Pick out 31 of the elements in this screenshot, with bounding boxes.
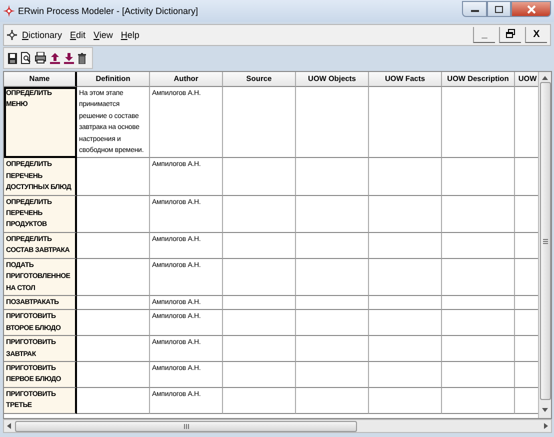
vertical-scrollbar[interactable] [538, 72, 551, 418]
scroll-right-icon[interactable] [544, 423, 548, 429]
scroll-up-icon[interactable] [542, 76, 548, 80]
scroll-left-icon[interactable] [7, 423, 11, 429]
menu-item[interactable]: View [90, 29, 116, 41]
maximize-button[interactable] [487, 1, 511, 17]
grip-lines-icon [542, 238, 548, 244]
trash-icon[interactable] [78, 52, 86, 64]
horizontal-scroll-thumb[interactable] [15, 420, 357, 432]
print-icon[interactable] [35, 52, 46, 64]
mdi-restore-button[interactable] [499, 27, 521, 43]
mdi-close-button[interactable]: X [525, 27, 547, 43]
grip-icon [7, 30, 17, 40]
menu-item[interactable]: Dictionary [19, 29, 66, 41]
horizontal-scrollbar[interactable] [3, 419, 552, 433]
app-logo-icon [3, 5, 15, 17]
grip-lines-icon [184, 424, 188, 428]
close-button[interactable] [511, 1, 551, 17]
mdi-minimize-button[interactable]: _ [473, 27, 495, 43]
download-arrow-icon[interactable] [64, 52, 74, 64]
restore-icon [506, 28, 515, 38]
scroll-down-icon[interactable] [542, 408, 548, 412]
save-icon[interactable] [8, 52, 17, 64]
upload-arrow-icon[interactable] [50, 52, 60, 64]
print-preview-icon[interactable] [21, 52, 31, 64]
window-title: ERwin Process Modeler - [Activity Dictionary] [18, 6, 200, 16]
maximize-icon [495, 6, 503, 12]
minimize-button[interactable] [462, 1, 487, 17]
menu-item[interactable]: Edit [67, 29, 89, 41]
close-icon [526, 4, 536, 14]
menu-item[interactable]: Help [118, 29, 142, 41]
